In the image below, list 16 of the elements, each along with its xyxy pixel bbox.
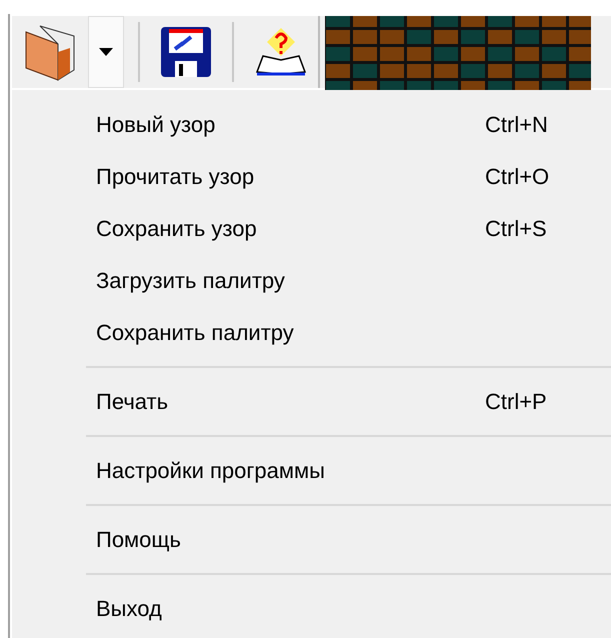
shortcut-label: Ctrl+N <box>485 110 549 138</box>
menu-item[interactable]: Выход <box>12 582 611 634</box>
menu-item[interactable]: Сохранить узор Ctrl+S <box>12 202 611 254</box>
shortcut-label: Ctrl+S <box>485 214 548 242</box>
shortcut-label: Ctrl+O <box>485 162 550 190</box>
menu-item[interactable]: Сохранить палитру <box>12 306 611 358</box>
menu-item[interactable]: Новый узор Ctrl+N <box>12 98 611 150</box>
dropdown-button[interactable] <box>88 16 124 88</box>
help-book-icon <box>255 26 307 78</box>
shortcut-label: Ctrl+P <box>485 388 548 416</box>
menu-item[interactable]: Прочитать узор Ctrl+O <box>12 150 611 202</box>
caret-icon <box>99 48 113 56</box>
menu-item[interactable]: Печать Ctrl+P <box>12 375 611 427</box>
menu-item[interactable]: Помощь <box>12 513 611 565</box>
menu-item[interactable]: Настройки программы <box>12 444 611 496</box>
menu-item[interactable]: Загрузить палитру <box>12 254 611 306</box>
